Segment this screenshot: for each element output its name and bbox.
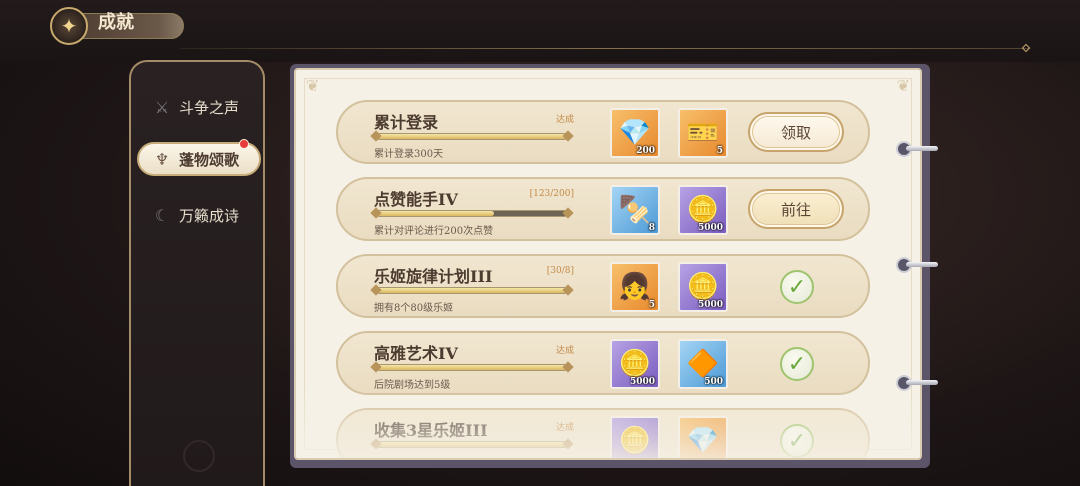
- achievement-book: ❦ ❦ 累计登录 达成 累计登录300天 💎 200 🎫 5 领取 点赞能手IV [123/200…: [294, 68, 922, 460]
- achievement-row: 累计登录 达成累计登录300天 💎 200 🎫 5 领取: [336, 100, 870, 164]
- amber-drop-icon: 🔶: [686, 349, 720, 379]
- skewer-icon: 🍢: [618, 195, 652, 225]
- progress-text: [30/8]: [546, 266, 574, 276]
- reward-quantity: 5000: [697, 223, 723, 233]
- reward-quantity: 200: [636, 146, 655, 156]
- reward-gold-coin-icon[interactable]: 🪙 5000: [610, 339, 660, 389]
- progress-bar: [376, 133, 568, 140]
- progress-bar: [376, 441, 568, 448]
- reward-quantity: 5: [716, 146, 723, 156]
- claim-button[interactable]: 领取: [748, 112, 844, 152]
- completed-check-icon: ✓: [780, 270, 814, 304]
- progress-text: [123/200]: [529, 189, 574, 199]
- completed-check-icon: ✓: [780, 347, 814, 381]
- progress-bar: [376, 364, 568, 371]
- progress-bar: [376, 287, 568, 294]
- binder-ring: [896, 375, 940, 391]
- reward-quantity: 5000: [629, 377, 655, 387]
- nav-item-label: 万籁成诗: [179, 206, 240, 225]
- page-title: 成就: [98, 12, 134, 33]
- achievement-description: 累计对评论进行200次点赞: [374, 226, 494, 237]
- reward-gold-coin-icon[interactable]: 🪙 5000: [678, 262, 728, 312]
- nav-item-label: 斗争之声: [179, 98, 240, 117]
- reward-amber-drop-icon[interactable]: 🔶 500: [678, 339, 728, 389]
- reward-character-portrait-icon[interactable]: 👧 5: [610, 262, 660, 312]
- reward-quantity: 500: [704, 377, 723, 387]
- progress-bar-fill: [377, 211, 494, 216]
- category-sidebar: ⚔ 斗争之声 ♆ 蓬物颂歌 ☾ 万籁成诗: [129, 60, 265, 486]
- reward-gold-coin-icon[interactable]: 🪙: [610, 416, 660, 458]
- achievement-description: 累计登录300天: [374, 149, 444, 160]
- progress-bar-fill: [377, 442, 567, 447]
- progress-bar-fill: [377, 288, 567, 293]
- gold-coin-icon: 🪙: [686, 272, 720, 302]
- progress-bar-fill: [377, 365, 567, 370]
- emblem-watermark-icon: [183, 440, 215, 472]
- crystal-icon: 💎: [618, 118, 652, 148]
- swords-icon: ⚔: [154, 97, 170, 117]
- progress-text: 达成: [555, 115, 574, 125]
- gold-coin-icon: 🪙: [618, 426, 652, 456]
- harp-icon: ♆: [154, 149, 170, 169]
- achievement-name: 收集3星乐姬III: [374, 421, 488, 440]
- progress-bar-fill: [377, 134, 567, 139]
- nav-item-ode[interactable]: ♆ 蓬物颂歌: [137, 139, 261, 176]
- binder-ring: [896, 141, 940, 157]
- achievement-description: 后院剧场达到5级: [374, 380, 451, 391]
- achievement-row: 高雅艺术IV 达成后院剧场达到5级 🪙 5000 🔶 500 ✓: [336, 331, 870, 395]
- achievement-name: 累计登录: [374, 113, 439, 132]
- progress-text: 达成: [555, 346, 574, 356]
- achievement-name: 高雅艺术IV: [374, 344, 458, 363]
- reward-ticket-icon[interactable]: 🎫 5: [678, 108, 728, 158]
- reward-quantity: 5: [648, 300, 655, 310]
- reward-crystal-icon[interactable]: 💎 200: [610, 108, 660, 158]
- completed-check-icon: ✓: [780, 424, 814, 458]
- binder-ring: [896, 257, 940, 273]
- nav-item-label: 蓬物颂歌: [179, 150, 240, 169]
- reward-gold-coin-icon[interactable]: 🪙 5000: [678, 185, 728, 235]
- character-portrait-icon: 👧: [618, 272, 652, 302]
- gold-coin-icon: 🪙: [686, 195, 720, 225]
- notification-badge: [239, 139, 249, 149]
- progress-text: 达成: [555, 423, 574, 433]
- reward-crystal-icon[interactable]: 💎: [678, 416, 728, 458]
- achievement-name: 点赞能手IV: [374, 190, 458, 209]
- nav-item-poetry[interactable]: ☾ 万籁成诗: [151, 200, 261, 230]
- goto-button[interactable]: 前往: [748, 189, 844, 229]
- achievement-row: 乐姬旋律计划III [30/8] 拥有8个80级乐姬 👧 5 🪙 5000 ✓: [336, 254, 870, 318]
- ticket-icon: 🎫: [686, 118, 720, 148]
- header-divider-ornament: [1021, 43, 1031, 53]
- corner-ornament-icon: ❦: [306, 76, 320, 95]
- reward-skewer-icon[interactable]: 🍢 8: [610, 185, 660, 235]
- achievement-row: 点赞能手IV [123/200] 累计对评论进行200次点赞 🍢 8 🪙 5000 前往: [336, 177, 870, 241]
- corner-ornament-icon: ❦: [896, 76, 910, 95]
- progress-bar: [376, 210, 568, 217]
- achievement-row: 收集3星乐姬III 达成 🪙 💎 ✓: [336, 408, 870, 458]
- achievement-name: 乐姬旋律计划III: [374, 267, 493, 286]
- crystal-icon: 💎: [686, 426, 720, 456]
- moon-icon: ☾: [154, 205, 170, 225]
- gold-coin-icon: 🪙: [618, 349, 652, 379]
- achievement-description: 拥有8个80级乐姬: [374, 303, 454, 314]
- reward-quantity: 8: [648, 223, 655, 233]
- nav-item-voice-of-struggle[interactable]: ⚔ 斗争之声: [151, 92, 261, 122]
- header-divider: [180, 48, 1030, 49]
- compass-emblem-icon[interactable]: ✦: [50, 7, 88, 45]
- reward-quantity: 5000: [697, 300, 723, 310]
